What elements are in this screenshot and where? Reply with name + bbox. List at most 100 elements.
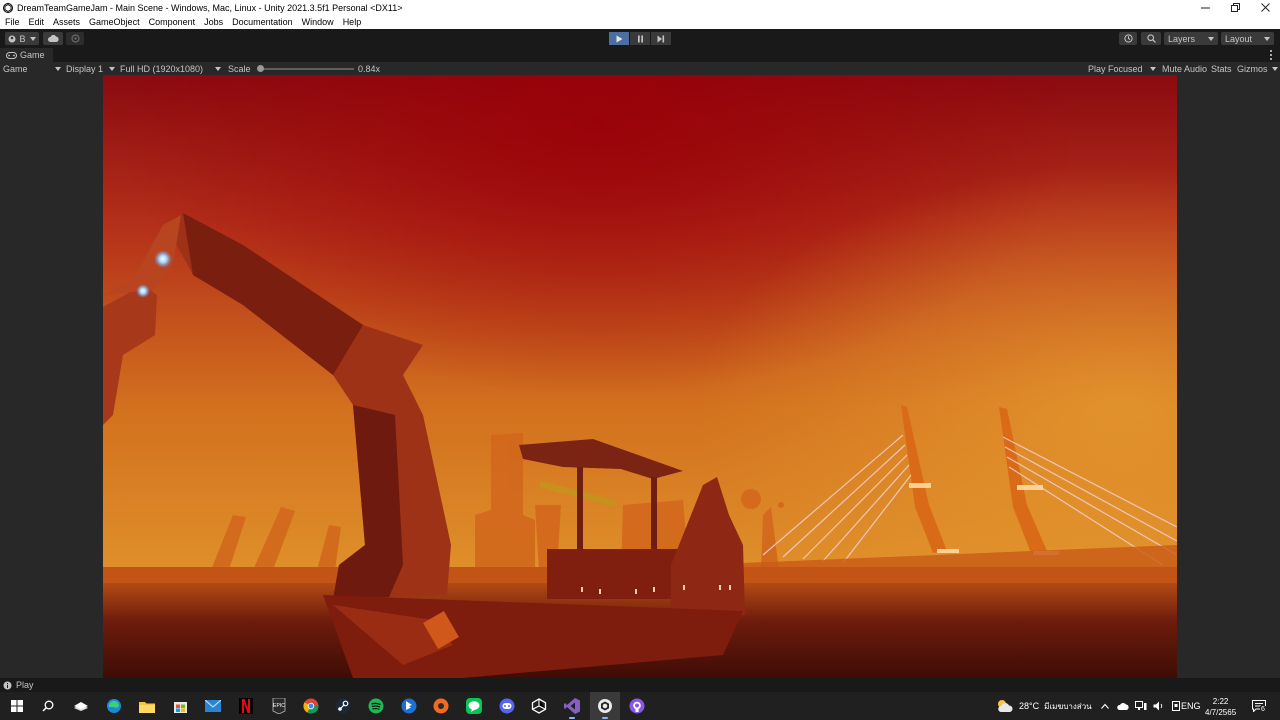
taskbar-app-16[interactable] [563,697,581,719]
game-viewport[interactable] [0,75,1280,678]
taskbar-app-10[interactable] [367,697,385,715]
menu-file[interactable]: File [5,17,20,27]
clock-date: 4/7/2565 [1205,708,1237,717]
svg-text:EPIC: EPIC [273,703,285,709]
taskbar-app-18[interactable] [628,697,646,715]
unity-logo-icon [3,2,13,13]
scale-slider-track[interactable] [258,68,354,70]
taskbar-app-9[interactable] [334,697,352,715]
restore-button[interactable] [1220,0,1250,15]
game-render[interactable] [103,75,1177,678]
taskbar-app-14[interactable] [498,697,516,715]
chrome-icon [303,698,319,714]
layers-dropdown[interactable]: Layers [1164,32,1218,45]
mail-icon [205,700,221,712]
display-dropdown[interactable]: Display 1 [66,62,115,75]
tray-icons [1101,692,1181,720]
close-icon [1260,3,1270,12]
chevron-up-icon[interactable] [1101,703,1109,709]
menu-bar: File Edit Assets GameObject Component Jo… [0,15,1280,29]
chevron-down-icon [215,66,221,71]
pause-button[interactable] [630,32,650,45]
window-title-bar: DreamTeamGameJam - Main Scene - Windows,… [0,0,1280,15]
menu-window[interactable]: Window [302,17,334,27]
visual-studio-icon [564,698,580,714]
taskbar-app-4[interactable] [171,697,189,715]
unity-hub-icon [531,698,547,714]
undo-history-button[interactable] [1119,32,1137,45]
chevron-down-icon [29,36,36,41]
chevron-down-icon [109,66,115,71]
gamepad-icon [6,51,17,59]
taskbar-app-11[interactable] [400,697,418,715]
netflix-icon [239,698,253,714]
taskbar-app-8[interactable] [302,697,320,715]
collab-button[interactable] [66,32,84,45]
step-icon [657,35,665,42]
account-icon [8,35,16,42]
mute-audio-toggle[interactable]: Mute Audio [1162,62,1207,75]
layout-dropdown[interactable]: Layout [1221,32,1274,45]
taskbar-app-6[interactable] [237,697,255,715]
weather-condition: มีเมฆบางส่วน [1044,701,1092,711]
menu-assets[interactable]: Assets [53,17,80,27]
game-mode-dropdown[interactable]: Game [3,62,61,75]
playmode-controls [609,32,672,45]
menu-edit[interactable]: Edit [29,17,45,27]
taskbar-app-5[interactable] [204,697,222,715]
tab-game[interactable]: Game [0,48,53,62]
spotify-icon [368,698,384,714]
editor-toolbar: B Layers Layout [0,29,1280,48]
volume-icon[interactable] [1153,701,1165,711]
game-mode-label: Game [3,63,28,74]
onedrive-icon[interactable] [1117,702,1129,710]
stats-toggle[interactable]: Stats [1211,62,1232,75]
pause-icon [637,35,643,42]
game-tab-bar: Game [0,48,1280,62]
layers-label: Layers [1168,33,1196,44]
menu-documentation[interactable]: Documentation [232,17,293,27]
info-icon [3,681,12,689]
taskbar-app-13[interactable] [465,697,483,715]
weather-widget[interactable]: 28°C มีเมฆบางส่วน [996,692,1092,720]
taskbar-app-12[interactable] [432,697,450,715]
taskbar-search-button[interactable] [39,697,57,715]
status-text: Play [16,680,34,690]
menu-jobs[interactable]: Jobs [204,17,223,27]
search-button[interactable] [1141,32,1161,45]
menu-help[interactable]: Help [343,17,362,27]
resolution-dropdown[interactable]: Full HD (1920x1080) [120,62,221,75]
cloud-button[interactable] [43,32,63,45]
file-explorer-icon [74,702,88,711]
tab-options-icon[interactable] [1270,50,1273,60]
account-dropdown[interactable]: B [5,32,39,45]
close-button[interactable] [1250,0,1280,15]
play-focused-dropdown[interactable]: Play Focused [1088,62,1156,75]
step-button[interactable] [651,32,671,45]
menu-gameobject[interactable]: GameObject [89,17,140,27]
network-icon[interactable] [1135,701,1147,711]
display-icon[interactable] [1171,701,1181,711]
restore-icon [1230,3,1240,12]
display-label: Display 1 [66,63,104,74]
chevron-down-icon [55,66,61,71]
menu-component[interactable]: Component [149,17,196,27]
gizmos-dropdown[interactable]: Gizmos [1237,62,1278,75]
clock-time: 2:22 [1212,697,1229,706]
language-indicator[interactable]: ENG [1181,692,1201,720]
start-button[interactable] [8,697,26,715]
scale-slider-handle[interactable] [257,65,265,72]
minimize-button[interactable] [1190,0,1220,15]
taskbar-app-2[interactable] [105,697,123,715]
taskbar-app-1[interactable] [72,697,90,715]
taskbar-app-15[interactable] [530,697,548,715]
taskbar-app-17[interactable] [596,697,614,719]
account-label: B [19,33,26,44]
play-button[interactable] [609,32,629,45]
taskbar-app-7[interactable]: EPIC [270,697,288,715]
clock[interactable]: 2:22 4/7/2565 [1205,694,1236,720]
taskbar-app-3[interactable] [138,697,156,715]
notification-center-button[interactable]: 6 [1252,692,1266,720]
window-title: DreamTeamGameJam - Main Scene - Windows,… [17,2,403,13]
scale-label: Scale [228,63,251,74]
